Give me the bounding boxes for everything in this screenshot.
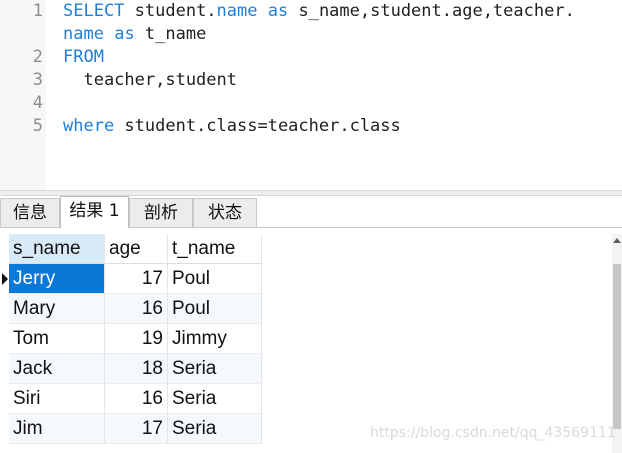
table-cell-s-name[interactable]: Jack bbox=[9, 354, 105, 384]
sql-keyword: where bbox=[63, 116, 115, 136]
table-cell-t-name[interactable]: Seria bbox=[168, 384, 262, 414]
tab-status[interactable]: 状态 bbox=[193, 198, 257, 227]
table-cell-age[interactable]: 17 bbox=[105, 264, 168, 294]
sql-text: s_name,student.age,teacher. bbox=[288, 1, 575, 21]
sql-keyword: as bbox=[267, 1, 289, 21]
table-cell-age[interactable]: 17 bbox=[105, 414, 168, 444]
line-number: 3 bbox=[32, 70, 43, 90]
sql-text: student.class=teacher.class bbox=[114, 116, 401, 136]
sql-editor[interactable]: 1 2 3 4 5 SELECT student.name as s_name,… bbox=[0, 0, 622, 190]
watermark: https://blog.csdn.net/qq_43569111 bbox=[370, 425, 616, 441]
table-cell-t-name[interactable]: Seria bbox=[168, 414, 262, 444]
table-cell-s-name[interactable]: Mary bbox=[9, 294, 105, 324]
table-cell-s-name[interactable]: Jim bbox=[9, 414, 105, 444]
vertical-scrollbar[interactable] bbox=[612, 234, 622, 453]
line-number: 2 bbox=[32, 47, 43, 67]
table-cell-age[interactable]: 16 bbox=[105, 294, 168, 324]
row-indicator[interactable] bbox=[0, 414, 9, 444]
sql-keyword: as bbox=[114, 24, 135, 44]
column-header-s-name[interactable]: s_name bbox=[9, 234, 105, 264]
code-line: SELECT student.name as s_name,student.ag… bbox=[63, 0, 575, 23]
row-indicator[interactable] bbox=[0, 294, 9, 324]
sql-text: teacher,student bbox=[63, 70, 237, 90]
tab-profile[interactable]: 剖析 bbox=[129, 198, 193, 227]
result-tab-bar: 信息 结果 1 剖析 状态 bbox=[0, 196, 622, 228]
table-cell-s-name[interactable]: Jerry bbox=[9, 264, 105, 294]
sql-text: student. bbox=[124, 1, 217, 21]
line-number: 4 bbox=[32, 93, 43, 113]
table-cell-t-name[interactable]: Poul bbox=[168, 264, 262, 294]
sql-text: t_name bbox=[134, 24, 207, 44]
line-number: 5 bbox=[32, 116, 43, 136]
sql-keyword: name bbox=[63, 24, 104, 44]
table-cell-age[interactable]: 18 bbox=[105, 354, 168, 384]
tab-info[interactable]: 信息 bbox=[0, 198, 60, 227]
row-indicator[interactable] bbox=[0, 324, 9, 354]
table-cell-t-name[interactable]: Seria bbox=[168, 354, 262, 384]
table-cell-s-name[interactable]: Siri bbox=[9, 384, 105, 414]
line-number-gutter: 1 2 3 4 5 bbox=[0, 0, 46, 190]
table-cell-t-name[interactable]: Jimmy bbox=[168, 324, 262, 354]
current-row-pointer-icon bbox=[2, 273, 8, 285]
table-cell-age[interactable]: 19 bbox=[105, 324, 168, 354]
sql-keyword: FROM bbox=[63, 47, 104, 67]
sql-keyword: name bbox=[216, 1, 258, 21]
code-line: where student.class=teacher.class bbox=[63, 115, 401, 138]
row-indicator[interactable] bbox=[0, 384, 9, 414]
row-indicator[interactable] bbox=[0, 264, 9, 294]
line-number: 1 bbox=[32, 1, 43, 21]
code-line: FROM bbox=[63, 46, 104, 69]
row-indicator[interactable] bbox=[0, 354, 9, 384]
scroll-up-icon[interactable] bbox=[613, 238, 621, 243]
sql-keyword: SELECT bbox=[63, 1, 125, 21]
column-header-age[interactable]: age bbox=[105, 234, 168, 264]
code-line: name as t_name bbox=[63, 23, 206, 46]
table-cell-age[interactable]: 16 bbox=[105, 384, 168, 414]
table-cell-t-name[interactable]: Poul bbox=[168, 294, 262, 324]
column-header-t-name[interactable]: t_name bbox=[168, 234, 262, 264]
table-cell-s-name[interactable]: Tom bbox=[9, 324, 105, 354]
code-line: teacher,student bbox=[63, 69, 237, 92]
tab-result-1[interactable]: 结果 1 bbox=[60, 196, 129, 228]
scrollbar-thumb[interactable] bbox=[613, 264, 621, 429]
